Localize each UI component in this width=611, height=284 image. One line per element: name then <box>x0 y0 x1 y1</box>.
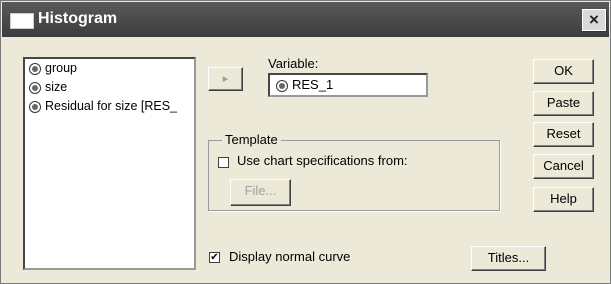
window-icon <box>10 13 34 29</box>
arrow-right-icon: ▸ <box>222 73 229 85</box>
template-group-title: Template <box>222 132 281 147</box>
use-chart-spec-label: Use chart specifications from: <box>237 153 408 168</box>
list-item[interactable]: Residual for size [RES_ <box>25 97 194 116</box>
use-chart-spec-checkbox[interactable] <box>218 157 229 168</box>
list-item[interactable]: group <box>25 59 194 78</box>
variable-field[interactable]: RES_1 <box>268 73 428 97</box>
dialog-title: Histogram <box>38 10 118 27</box>
variable-value: RES_1 <box>292 77 334 92</box>
scale-variable-icon <box>29 101 41 113</box>
variable-label-text: Variable: <box>268 56 319 71</box>
scale-variable-icon <box>29 82 41 94</box>
scale-variable-icon <box>276 80 288 92</box>
list-item-label: group <box>45 61 77 75</box>
display-normal-curve-label: Display normal curve <box>229 249 351 264</box>
title-bar: Histogram × <box>2 2 609 37</box>
checkmark-icon: ✔ <box>210 252 219 263</box>
move-variable-button[interactable]: ▸ <box>208 67 243 91</box>
display-normal-curve-checkbox[interactable]: ✔ <box>209 252 220 263</box>
paste-button[interactable]: Paste <box>533 91 594 116</box>
reset-button[interactable]: Reset <box>533 122 594 147</box>
histogram-dialog: Histogram × group size Residual for size… <box>0 0 611 284</box>
ok-button[interactable]: OK <box>533 59 594 84</box>
list-item-label: size <box>45 80 68 94</box>
list-item[interactable]: size <box>25 78 194 97</box>
help-button[interactable]: Help <box>533 187 594 212</box>
close-button[interactable]: × <box>582 9 606 31</box>
cancel-button[interactable]: Cancel <box>533 154 594 179</box>
list-item-label: Residual for size [RES_ <box>45 99 178 113</box>
titles-button[interactable]: Titles... <box>471 246 546 271</box>
scale-variable-icon <box>29 63 41 75</box>
variables-listbox[interactable]: group size Residual for size [RES_ <box>23 57 196 270</box>
file-button[interactable]: File... <box>230 179 291 206</box>
